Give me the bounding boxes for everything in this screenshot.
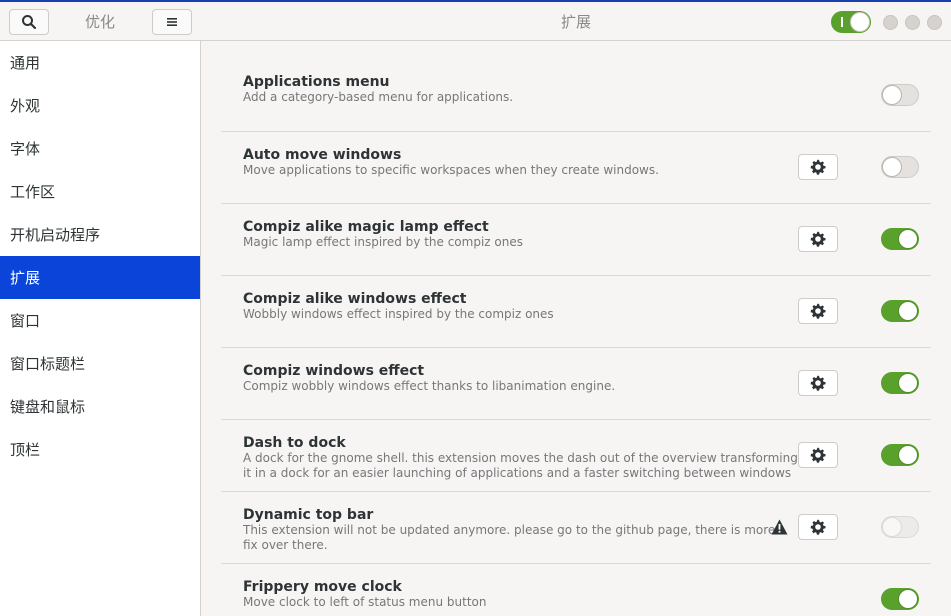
extension-description: This extension will not be updated anymo… (243, 523, 776, 552)
extension-row: Applications menu Add a category-based m… (221, 41, 931, 132)
extension-name: Dash to dock (243, 435, 346, 451)
header-bar: 优化 扩展 (0, 0, 951, 41)
extension-toggle[interactable] (881, 444, 919, 466)
sidebar-item-appearance[interactable]: 外观 (0, 84, 200, 127)
gear-icon (810, 303, 826, 319)
sidebar-item-startup-applications[interactable]: 开机启动程序 (0, 213, 200, 256)
extension-description: Compiz wobbly windows effect thanks to l… (243, 379, 616, 393)
sidebar-item-keyboard-mouse[interactable]: 键盘和鼠标 (0, 385, 200, 428)
extension-description: Move applications to specific workspaces… (243, 163, 659, 177)
search-button[interactable] (9, 9, 49, 35)
minimize-button[interactable] (883, 15, 898, 30)
hamburger-icon (167, 18, 177, 26)
maximize-button[interactable] (905, 15, 920, 30)
extension-settings-button[interactable] (798, 442, 838, 468)
extension-name: Compiz alike windows effect (243, 291, 467, 307)
page-title: 扩展 (560, 13, 591, 31)
search-icon (22, 15, 37, 30)
extension-toggle[interactable] (881, 84, 919, 106)
switch-knob (898, 229, 918, 249)
switch-knob (898, 301, 918, 321)
switch-knob (898, 373, 918, 393)
sidebar-item-workspaces[interactable]: 工作区 (0, 170, 200, 213)
extension-row: Compiz alike windows effect Wobbly windo… (221, 276, 931, 348)
extension-name: Auto move windows (243, 147, 402, 163)
close-button[interactable] (927, 15, 942, 30)
gear-icon (810, 159, 826, 175)
extension-description: Wobbly windows effect inspired by the co… (243, 307, 554, 321)
sidebar-item-window-titlebars[interactable]: 窗口标题栏 (0, 342, 200, 385)
extension-row: Auto move windows Move applications to s… (221, 132, 931, 204)
switch-knob (882, 85, 902, 105)
extensions-list: Applications menu Add a category-based m… (201, 41, 951, 616)
extension-description: A dock for the gnome shell. this extensi… (243, 451, 798, 480)
extension-row: Dash to dock A dock for the gnome shell.… (221, 420, 931, 492)
extension-name: Applications menu (243, 74, 390, 90)
extension-toggle[interactable] (881, 156, 919, 178)
extension-toggle[interactable] (881, 372, 919, 394)
gear-icon (810, 375, 826, 391)
sidebar-item-windows[interactable]: 窗口 (0, 299, 200, 342)
extension-row: Frippery move clock Move clock to left o… (221, 564, 931, 616)
switch-knob (850, 12, 870, 32)
extension-settings-button[interactable] (798, 154, 838, 180)
sidebar-item-general[interactable]: 通用 (0, 41, 200, 84)
switch-knob (882, 157, 902, 177)
gear-icon (810, 447, 826, 463)
extension-settings-button[interactable] (798, 226, 838, 252)
gear-icon (810, 519, 826, 535)
sidebar-title: 优化 (84, 13, 115, 31)
menu-button[interactable] (152, 9, 192, 35)
extension-row: Dynamic top bar This extension will not … (221, 492, 931, 564)
extension-description: Move clock to left of status menu button (243, 595, 487, 609)
extension-row: Compiz alike magic lamp effect Magic lam… (221, 204, 931, 276)
gear-icon (810, 231, 826, 247)
extension-name: Dynamic top bar (243, 507, 374, 523)
extension-toggle[interactable] (881, 300, 919, 322)
extension-settings-button[interactable] (798, 298, 838, 324)
extension-description: Add a category-based menu for applicatio… (243, 90, 514, 104)
extension-name: Compiz windows effect (243, 363, 425, 379)
extensions-master-switch[interactable] (831, 11, 871, 33)
sidebar-item-extensions[interactable]: 扩展 (0, 256, 200, 299)
extension-settings-button[interactable] (798, 514, 838, 540)
sidebar-item-fonts[interactable]: 字体 (0, 127, 200, 170)
extension-description: Magic lamp effect inspired by the compiz… (243, 235, 523, 249)
extension-toggle[interactable] (881, 588, 919, 610)
extension-toggle[interactable] (881, 228, 919, 250)
switch-knob (898, 445, 918, 465)
warning-icon (771, 519, 788, 535)
extension-name: Frippery move clock (243, 579, 402, 595)
sidebar: 通用 外观 字体 工作区 开机启动程序 扩展 窗口 窗口标题栏 键盘和鼠标 顶栏 (0, 41, 201, 616)
extension-name: Compiz alike magic lamp effect (243, 219, 489, 235)
extension-row: Compiz windows effect Compiz wobbly wind… (221, 348, 931, 420)
sidebar-item-top-bar[interactable]: 顶栏 (0, 428, 200, 471)
extension-toggle[interactable] (881, 516, 919, 538)
switch-knob (898, 589, 918, 609)
switch-knob (882, 517, 902, 537)
switch-on-indicator (841, 17, 843, 27)
extension-settings-button[interactable] (798, 370, 838, 396)
